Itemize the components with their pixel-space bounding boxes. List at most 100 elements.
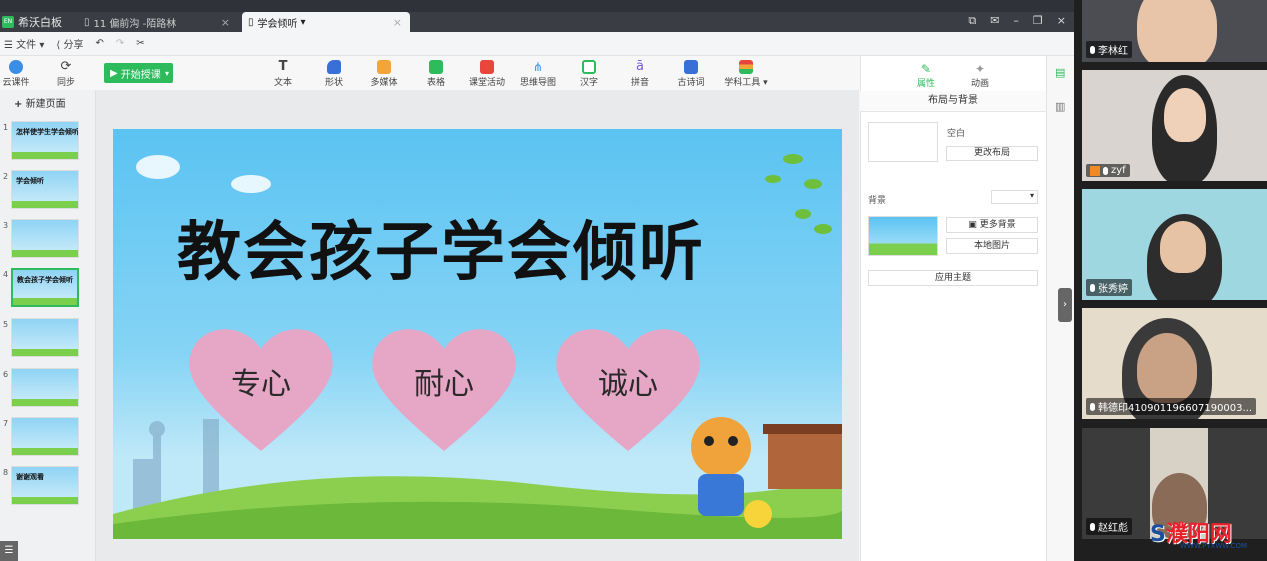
background-color-picker[interactable]: ▾	[991, 190, 1038, 204]
local-image-button[interactable]: 本地图片	[946, 238, 1038, 254]
heart-label[interactable]: 专心	[183, 359, 339, 403]
layout-toggle-icon[interactable]: ▥	[1055, 100, 1065, 113]
watermark-url: WWW.PYXWW.COM	[1180, 542, 1248, 550]
restore-icon[interactable]: ❐	[1033, 14, 1043, 28]
page-thumbnail[interactable]: 学会倾听	[11, 170, 79, 209]
participant-tile[interactable]: 张秀婷	[1082, 189, 1267, 300]
close-icon[interactable]: ×	[221, 16, 230, 29]
participant-face	[1160, 221, 1206, 273]
apply-theme-button[interactable]: 应用主题	[868, 270, 1038, 286]
tab-properties[interactable]: ✎ 属性	[906, 62, 946, 89]
page-thumbnail[interactable]	[11, 368, 79, 407]
more-backgrounds-button[interactable]: ▣ 更多背景	[946, 217, 1038, 233]
participant-tile[interactable]: zyf	[1082, 70, 1267, 181]
tool-media[interactable]: 多媒体	[364, 60, 404, 88]
tool-text[interactable]: T 文本	[263, 59, 303, 89]
blank-layout-label: 空白	[947, 129, 966, 139]
participant-tile[interactable]: 韩德印410901196607190003...	[1082, 308, 1267, 419]
share-button[interactable]: ⟨ 分享	[56, 36, 83, 51]
chevron-down-icon[interactable]: ▾	[165, 69, 169, 78]
collapse-handle[interactable]: ›	[1058, 288, 1072, 322]
media-icon	[377, 60, 391, 74]
tool-label: 形状	[324, 78, 343, 88]
mic-icon	[1103, 166, 1108, 175]
title-bar	[0, 0, 1074, 12]
thumbnail-title: 谢谢观看	[16, 473, 44, 481]
heart-label[interactable]: 耐心	[366, 359, 522, 403]
play-icon: ▶	[110, 67, 118, 79]
cloud-courseware-button[interactable]: 云课件	[0, 60, 36, 88]
redo-icon[interactable]: ↷	[116, 38, 124, 49]
tool-mindmap[interactable]: ⋔ 思维导图	[518, 60, 558, 88]
page-thumbnail[interactable]: 教会孩子学会倾听	[11, 268, 79, 307]
tab-courseware-1[interactable]: ▯ 11 偏前沟 -陌路林 ×	[78, 12, 238, 32]
watermark-swoosh-icon: S	[1150, 522, 1166, 547]
thumbnail-number: 5	[3, 320, 9, 329]
thumbnail-grass	[12, 349, 78, 356]
thumbnail-number: 4	[3, 270, 9, 279]
thumbnail-grass	[13, 298, 77, 305]
scissors-icon[interactable]: ✂	[136, 38, 144, 49]
undo-icon[interactable]: ↶	[95, 38, 103, 49]
thumbnail-title: 教会孩子学会倾听	[17, 276, 73, 284]
background-thumbnail[interactable]	[868, 216, 938, 256]
tab-courseware-2[interactable]: ▯ 学会倾听 ▾ ×	[242, 12, 410, 32]
heart-shape[interactable]: 诚心	[550, 323, 706, 453]
page-thumbnail[interactable]	[11, 219, 79, 258]
start-teaching-button[interactable]: ▶ 开始授课 ▾	[104, 63, 173, 83]
layout-preview[interactable]	[868, 122, 938, 162]
new-page-button[interactable]: + 新建页面	[14, 95, 66, 110]
participant-face	[1137, 333, 1197, 403]
tool-label: 拼音	[630, 78, 649, 88]
close-icon[interactable]: ×	[393, 16, 402, 29]
tool-class-activity[interactable]: 课堂活动	[467, 60, 507, 88]
activity-icon	[480, 60, 494, 74]
participant-name: 张秀婷	[1098, 284, 1128, 295]
tool-pinyin[interactable]: ā 拼音	[620, 60, 660, 89]
thumbnail-grass	[12, 201, 78, 208]
minimize-icon[interactable]: –	[1013, 14, 1019, 28]
thumbnail-title: 怎样使学生学会倾听	[16, 128, 79, 136]
sync-button[interactable]: ⟳ 同步	[46, 60, 86, 89]
more-bg-label: 更多背景	[979, 220, 1016, 230]
tool-table[interactable]: 表格	[416, 60, 456, 88]
panel-toggle-icon[interactable]: ▤	[1055, 66, 1065, 79]
page-thumbnail[interactable]: 怎样使学生学会倾听	[11, 121, 79, 160]
heart-shape[interactable]: 专心	[183, 323, 339, 453]
change-layout-button[interactable]: 更改布局	[946, 146, 1038, 161]
thumbnail-grass	[12, 497, 78, 504]
slide-canvas[interactable]: 教会孩子学会倾听 专心 耐心 诚心	[113, 129, 842, 539]
app-brand[interactable]: EN 希沃白板	[2, 14, 62, 30]
thumbnail-title: 学会倾听	[16, 177, 44, 185]
menu-corner-button[interactable]: ☰	[0, 541, 18, 561]
tab-animation[interactable]: ✦ 动画	[960, 62, 1000, 89]
heart-shape[interactable]: 耐心	[366, 323, 522, 453]
tool-label: 思维导图	[519, 78, 556, 88]
share-icon: ⟨	[56, 40, 61, 51]
page-thumbnail[interactable]: 谢谢观看	[11, 466, 79, 505]
slide-title[interactable]: 教会孩子学会倾听	[177, 201, 705, 293]
cloud-label: 云课件	[2, 78, 30, 88]
participant-tile[interactable]: 李林红	[1082, 0, 1267, 62]
close-window-icon[interactable]: ×	[1057, 14, 1066, 28]
subject-tools-icon	[739, 60, 753, 74]
file-menu[interactable]: ☰ 文件 ▾	[4, 36, 44, 51]
mic-icon	[1090, 402, 1095, 411]
heart-label[interactable]: 诚心	[550, 359, 706, 403]
tool-poetry[interactable]: 古诗词	[671, 60, 711, 88]
feedback-icon[interactable]: ⧉	[968, 14, 976, 28]
participant-name-tag: 韩德印410901196607190003...	[1086, 398, 1257, 415]
page-thumbnail[interactable]	[11, 318, 79, 357]
chevron-down-icon: ▾	[300, 16, 306, 28]
cloud-icon	[9, 60, 23, 74]
text-icon: T	[278, 59, 288, 74]
tool-shape[interactable]: 形状	[314, 60, 354, 88]
mic-icon	[1090, 45, 1095, 54]
tab-label: 属性	[916, 79, 935, 89]
tool-label: 多媒体	[370, 78, 398, 88]
tool-label: 课堂活动	[468, 78, 505, 88]
page-thumbnail[interactable]	[11, 417, 79, 456]
tool-hanzi[interactable]: 汉字	[569, 60, 609, 88]
mail-icon[interactable]: ✉	[990, 14, 999, 28]
tool-subject[interactable]: 学科工具 ▾	[722, 60, 770, 88]
